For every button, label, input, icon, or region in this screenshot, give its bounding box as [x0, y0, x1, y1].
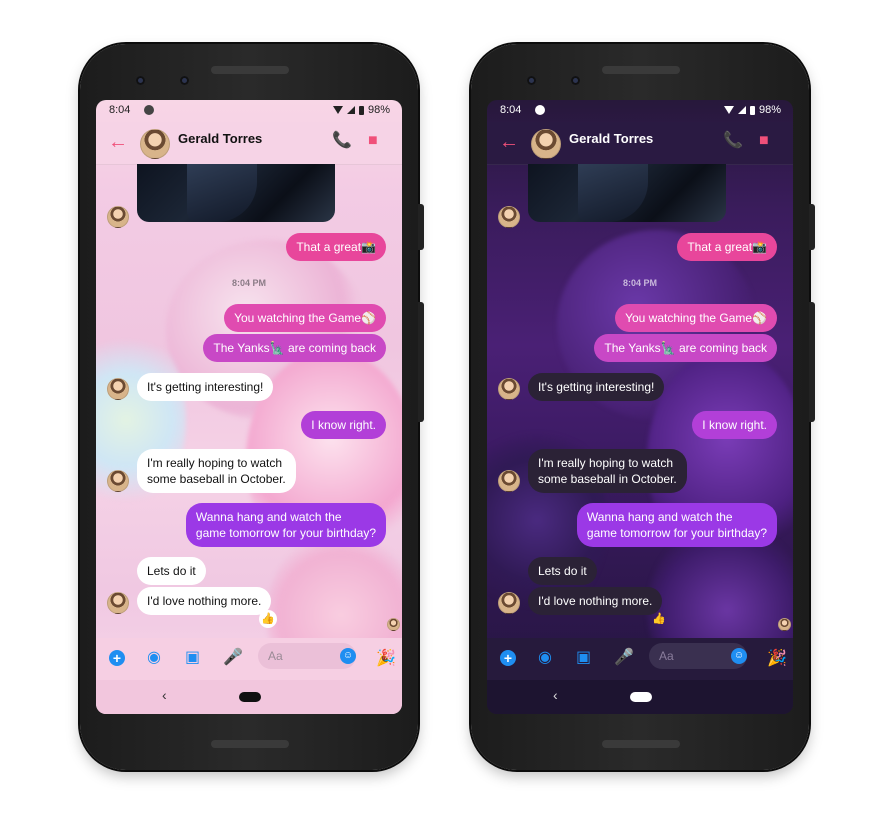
gallery-icon[interactable]: ▣: [185, 650, 200, 666]
message-out[interactable]: The Yanks🗽 are coming back: [594, 334, 777, 362]
status-time: 8:04: [500, 104, 522, 116]
system-navigation-bar: ‹: [487, 680, 793, 714]
nav-home-pill[interactable]: [239, 692, 261, 702]
battery-percent: 98%: [367, 104, 390, 116]
party-popper-icon[interactable]: 🎉: [376, 648, 396, 668]
contact-name[interactable]: Gerald Torres: [569, 131, 653, 146]
status-bar: 8:04 98%: [487, 100, 793, 122]
front-camera-lens: [527, 76, 536, 85]
conversation-header: ← Gerald Torres 📞 ■: [487, 122, 793, 165]
message-in[interactable]: I'd love nothing more.: [137, 587, 272, 615]
volume-button: [809, 302, 815, 422]
message-out[interactable]: That a great📸: [286, 233, 386, 261]
back-arrow-icon[interactable]: ←: [499, 132, 519, 152]
party-popper-icon[interactable]: 🎉: [767, 648, 787, 668]
sender-avatar: [498, 206, 520, 228]
message-in[interactable]: I'm really hoping to watch some baseball…: [137, 449, 296, 493]
sender-avatar: [107, 378, 129, 400]
contact-avatar[interactable]: [140, 129, 170, 159]
sender-avatar: [107, 592, 129, 614]
wifi-icon: [723, 106, 734, 114]
emoji-icon[interactable]: ☺: [340, 648, 356, 664]
contact-avatar[interactable]: [531, 129, 561, 159]
thumbs-up-reaction-icon[interactable]: 👍: [650, 610, 668, 628]
back-arrow-icon[interactable]: ←: [108, 132, 128, 152]
power-button: [809, 204, 815, 250]
message-out[interactable]: You watching the Game⚾: [224, 304, 386, 332]
system-navigation-bar: ‹: [96, 680, 402, 714]
signal-icon: [346, 106, 355, 114]
message-in[interactable]: It's getting interesting!: [528, 373, 665, 401]
sender-avatar: [498, 470, 520, 492]
wifi-icon: [332, 106, 343, 114]
nav-back-icon[interactable]: ‹: [553, 687, 558, 703]
message-in[interactable]: Lets do it: [528, 557, 597, 585]
bottom-speaker: [602, 740, 680, 748]
message-list: That a great📸 8:04 PM You watching the G…: [96, 164, 402, 638]
battery-icon: [358, 105, 364, 115]
status-time: 8:04: [109, 104, 131, 116]
sender-avatar: [498, 592, 520, 614]
system-indicators: 98%: [723, 104, 781, 116]
screen: 8:04 98% ← Gerald Torres 📞 ■ That a grea…: [487, 100, 793, 714]
microphone-icon[interactable]: 🎤: [223, 650, 243, 666]
message-composer: + ◉ ▣ 🎤 Aa ☺ 🎉: [96, 638, 402, 680]
message-out[interactable]: You watching the Game⚾: [615, 304, 777, 332]
voice-call-icon[interactable]: 📞: [332, 132, 352, 150]
message-in[interactable]: I'd love nothing more.: [528, 587, 663, 615]
thumbs-up-reaction-icon[interactable]: 👍: [259, 610, 277, 628]
front-sensor-lens: [571, 76, 580, 85]
nav-back-icon[interactable]: ‹: [162, 687, 167, 703]
seen-receipt-avatar: [387, 618, 400, 631]
voice-call-icon[interactable]: 📞: [723, 132, 743, 150]
signal-icon: [737, 106, 746, 114]
nav-home-pill[interactable]: [630, 692, 652, 702]
message-out[interactable]: The Yanks🗽 are coming back: [203, 334, 386, 362]
phone-dark-theme: 8:04 98% ← Gerald Torres 📞 ■ That a grea…: [471, 44, 815, 770]
battery-percent: 98%: [758, 104, 781, 116]
status-bar: 8:04 98%: [96, 100, 402, 122]
bottom-speaker: [211, 740, 289, 748]
message-out[interactable]: That a great📸: [677, 233, 777, 261]
contact-name[interactable]: Gerald Torres: [178, 131, 262, 146]
message-out[interactable]: I know right.: [692, 411, 777, 439]
message-timestamp: 8:04 PM: [622, 278, 657, 288]
battery-icon: [749, 105, 755, 115]
sender-avatar: [107, 206, 129, 228]
earpiece-speaker: [602, 66, 680, 74]
messenger-notification-icon: [144, 105, 154, 115]
message-out[interactable]: Wanna hang and watch the game tomorrow f…: [185, 503, 386, 547]
sender-avatar: [107, 470, 129, 492]
message-out[interactable]: I know right.: [301, 411, 386, 439]
message-in[interactable]: I'm really hoping to watch some baseball…: [528, 449, 687, 493]
message-timestamp: 8:04 PM: [231, 278, 266, 288]
volume-button: [418, 302, 424, 422]
power-button: [418, 204, 424, 250]
camera-icon[interactable]: ◉: [147, 650, 161, 666]
front-camera-lens: [136, 76, 145, 85]
video-call-icon[interactable]: ■: [759, 132, 769, 150]
earpiece-speaker: [211, 66, 289, 74]
microphone-icon[interactable]: 🎤: [614, 650, 634, 666]
camera-icon[interactable]: ◉: [538, 650, 552, 666]
messenger-notification-icon: [535, 105, 545, 115]
system-indicators: 98%: [332, 104, 390, 116]
message-in[interactable]: It's getting interesting!: [137, 373, 274, 401]
sender-avatar: [498, 378, 520, 400]
message-out[interactable]: Wanna hang and watch the game tomorrow f…: [576, 503, 777, 547]
video-call-icon[interactable]: ■: [368, 132, 378, 150]
message-list: That a great📸 8:04 PM You watching the G…: [487, 164, 793, 638]
message-composer: + ◉ ▣ 🎤 Aa ☺ 🎉: [487, 638, 793, 680]
front-sensor-lens: [180, 76, 189, 85]
conversation-header: ← Gerald Torres 📞 ■: [96, 122, 402, 165]
seen-receipt-avatar: [778, 618, 791, 631]
phone-light-theme: 8:04 98% ← Gerald Torres 📞 ■ That a grea…: [80, 44, 424, 770]
plus-icon[interactable]: +: [500, 650, 516, 666]
message-in[interactable]: Lets do it: [137, 557, 206, 585]
screen: 8:04 98% ← Gerald Torres 📞 ■ That a grea…: [96, 100, 402, 714]
plus-icon[interactable]: +: [109, 650, 125, 666]
emoji-icon[interactable]: ☺: [731, 648, 747, 664]
gallery-icon[interactable]: ▣: [576, 650, 591, 666]
